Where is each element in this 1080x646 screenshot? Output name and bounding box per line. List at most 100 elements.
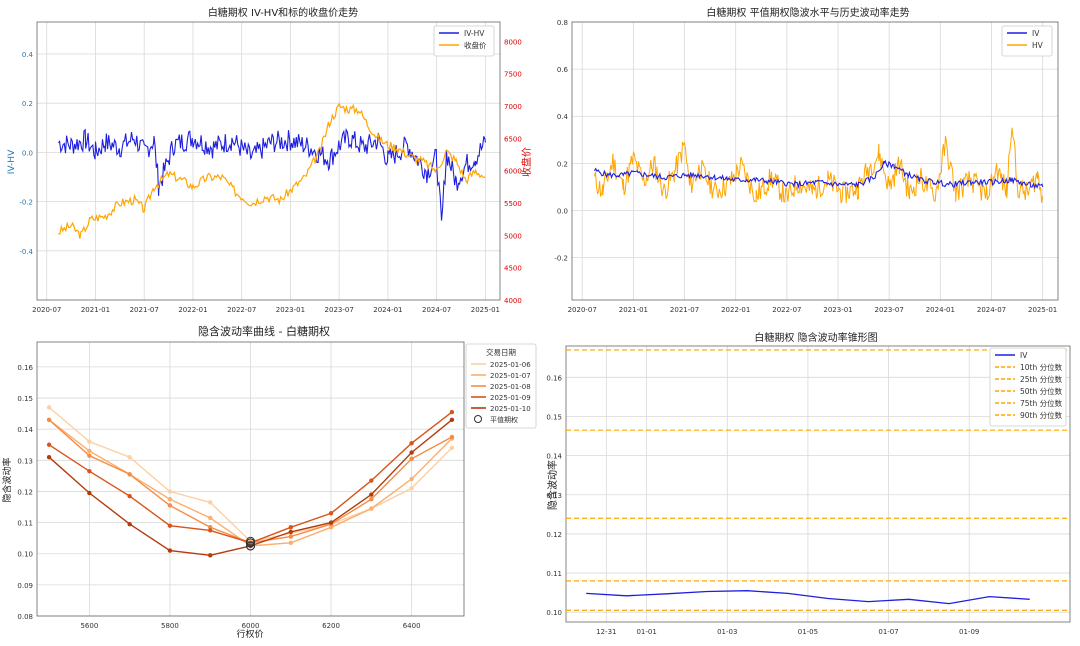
legend-label: 2025-01-08 [490, 383, 531, 391]
chart3-xtick: 6000 [242, 622, 260, 630]
chart1-xtick: 2024-07 [422, 306, 451, 314]
chart3-xtick: 6400 [403, 622, 421, 630]
chart3-point [369, 492, 374, 497]
chart3-ytick: 0.08 [17, 613, 33, 621]
chart3-point [449, 409, 455, 415]
chart3-ytick: 0.09 [17, 582, 33, 590]
chart4-xtick: 01-05 [798, 628, 818, 636]
chart1-ytick: -0.2 [19, 199, 33, 207]
chart3-point [167, 489, 173, 494]
chart1-ytick: 0.4 [22, 51, 34, 59]
chart4-ytick: 0.10 [546, 609, 562, 617]
chart3-point [167, 523, 173, 528]
chart1-y2tick: 6500 [504, 135, 522, 143]
chart3-point [208, 528, 213, 533]
chart3-point [87, 490, 92, 496]
chart3-legend-title: 交易日期 [486, 347, 516, 357]
chart1-y2tick: 5500 [504, 200, 522, 208]
chart3-point [167, 548, 173, 553]
chart1-y2label: 收盘价 [520, 147, 533, 177]
chart1-y2tick: 4500 [504, 265, 522, 273]
chart2-xtick: 2024-07 [977, 306, 1006, 314]
legend-label: IV [1020, 351, 1028, 360]
chart3-point [208, 500, 213, 505]
chart3-point [288, 525, 293, 530]
legend-label: 收盘价 [464, 40, 487, 50]
chart3-point [288, 540, 293, 546]
chart1-xtick: 2022-01 [178, 306, 207, 314]
chart1-y2tick: 6000 [504, 168, 522, 176]
chart1-xtick: 2023-07 [325, 306, 354, 314]
chart1-ytick: 0.0 [22, 149, 33, 157]
chart1-series-iv-hv [57, 127, 486, 221]
chart1-title: 白糖期权 IV-HV和标的收盘价走势 [208, 6, 358, 19]
chart3-point [46, 405, 52, 410]
chart1-xtick: 2020-07 [32, 306, 61, 314]
chart3-point [46, 417, 52, 423]
chart1-xtick: 2021-01 [81, 306, 110, 314]
chart4-xtick: 01-09 [959, 628, 979, 636]
chart4-title: 白糖期权 隐含波动率锥形图 [754, 331, 877, 344]
chart2-xtick: 2020-07 [568, 306, 597, 314]
legend-label: 平值期权 [490, 415, 518, 424]
chart3-xtick: 6200 [322, 622, 340, 630]
chart4-ytick: 0.16 [546, 374, 562, 382]
chart-canvas: 白糖期权 IV-HV和标的收盘价走势 IV-HV 收盘价 白糖期权 平值期权隐波… [1, 6, 1071, 640]
chart3-point [449, 445, 455, 451]
chart3-point [87, 448, 92, 454]
chart4-ytick: 0.15 [546, 413, 562, 421]
legend-label: 25th 分位数 [1020, 374, 1063, 384]
chart3-title: 隐含波动率曲线 - 白糖期权 [198, 324, 330, 338]
chart3-point [328, 511, 334, 516]
chart2-ytick: 0.8 [557, 19, 568, 27]
chart3-point [369, 506, 374, 511]
chart3-point [127, 493, 132, 499]
chart3-ylabel: 隐含波动率 [1, 457, 13, 502]
chart3-point [208, 553, 213, 558]
chart2-frame [571, 21, 1059, 301]
chart2-ytick: 0.4 [557, 113, 569, 121]
chart3-point [87, 439, 92, 444]
chart2-series-hv [594, 127, 1044, 204]
chart3-point [409, 476, 414, 482]
chart2-xtick: 2022-07 [772, 306, 801, 314]
chart2-xtick: 2021-01 [619, 306, 648, 314]
chart3-ytick: 0.10 [17, 551, 33, 559]
chart-marks: -0.4 -0.2 0.0 0.2 0.4 4000 4500 5000 5500 6000 650… [17, 19, 1071, 636]
chart2-xtick: 2023-01 [823, 306, 852, 314]
chart3-point [409, 450, 414, 455]
chart1-xtick: 2023-01 [276, 306, 305, 314]
chart3-point [87, 453, 92, 458]
chart3-point [409, 486, 414, 491]
legend-label: HV [1032, 41, 1044, 50]
chart4-xtick: 01-07 [878, 628, 898, 636]
chart1-ytick: -0.4 [19, 248, 33, 256]
chart1-series-close [58, 102, 486, 239]
chart3-point [87, 469, 92, 474]
chart3-point [288, 529, 293, 535]
chart4-ylabel: 隐含波动率 [546, 460, 559, 510]
chart3-xtick: 5800 [161, 622, 179, 630]
chart3-point [449, 417, 455, 423]
chart3-ytick: 0.12 [17, 488, 33, 496]
chart3-point [369, 497, 374, 502]
legend-label: 2025-01-06 [490, 361, 531, 369]
chart2-ytick: -0.2 [554, 255, 568, 263]
chart3-point [127, 472, 132, 477]
chart3-ytick: 0.14 [17, 426, 33, 434]
chart1-xtick: 2024-01 [373, 306, 402, 314]
chart3-point [127, 455, 132, 460]
legend-label: IV [1032, 29, 1040, 38]
chart4-ytick: 0.11 [546, 570, 562, 578]
chart3-point [248, 543, 253, 549]
chart2-xtick: 2024-01 [926, 306, 955, 314]
chart1-xtick: 2022-07 [227, 306, 256, 314]
chart1-y2tick: 7000 [504, 103, 522, 111]
chart4-xtick: 01-01 [636, 628, 656, 636]
chart3-point [127, 521, 132, 527]
chart1-ytick: 0.2 [22, 100, 33, 108]
chart3-ytick: 0.15 [17, 395, 33, 403]
chart3-point [449, 434, 455, 440]
legend-label: 2025-01-09 [490, 394, 531, 402]
chart3-point [208, 515, 213, 521]
